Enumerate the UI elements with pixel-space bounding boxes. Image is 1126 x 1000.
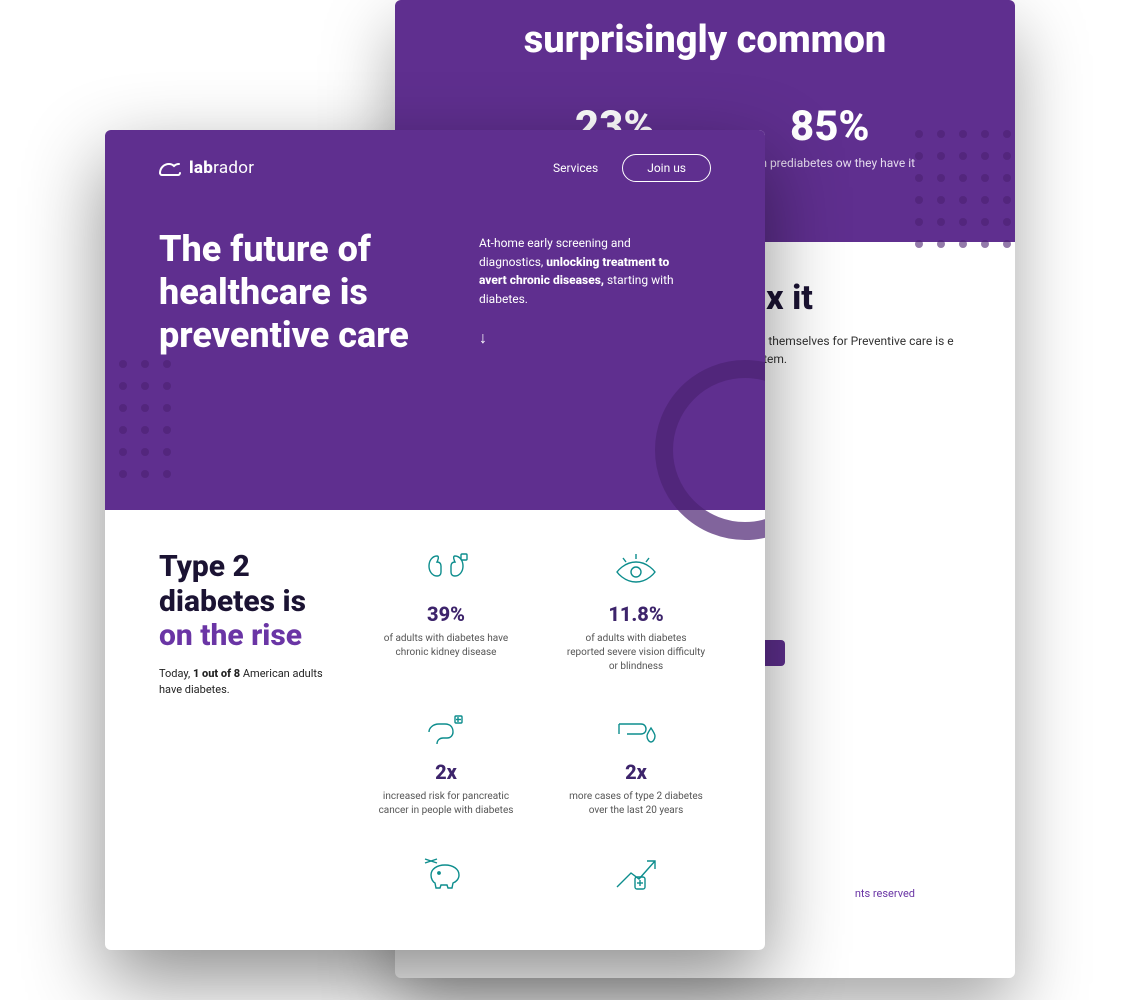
section2-heading-block: Type 2 diabetes is on the rise Today, 1 … [159,550,341,904]
stat-kidney-desc: of adults with diabetes have chronic kid… [376,632,516,660]
top-nav: labrador Services Join us [159,154,711,182]
back-stat-2-value: 85% [745,102,916,151]
front-hero: labrador Services Join us The future of … [105,130,765,510]
hero-copy-block: At-home early screening and diagnostics,… [479,228,689,358]
decorative-ring-icon [655,360,765,540]
brand-logo[interactable]: labrador [159,158,254,178]
front-body: Type 2 diabetes is on the rise Today, 1 … [105,510,765,944]
stat-cases: 2x more cases of type 2 diabetes over th… [561,708,711,818]
stat-cancer-value: 2x [371,760,521,784]
decorative-dots-left [105,360,193,500]
scroll-down-arrow-icon[interactable]: ↓ [479,328,689,348]
back-stat-2: 85% with prediabetes ow they have it [745,102,916,172]
stat-grid: 39% of adults with diabetes have chronic… [371,550,711,904]
growth-arrow-pill-icon [561,852,711,896]
brand-name: labrador [189,158,254,178]
stat-piggy-partial [371,852,521,904]
back-footer-text: nts reserved [855,887,915,900]
piggy-bank-icon [371,852,521,896]
nav-services-link[interactable]: Services [553,161,598,175]
back-stat-2-desc: with prediabetes ow they have it [745,155,916,172]
eye-icon [561,550,711,594]
back-hero-title: surprisingly common [425,18,985,62]
section2-subtext: Today, 1 out of 8 American adults have d… [159,666,341,699]
blood-drop-hand-icon [561,708,711,752]
hero-row: The future of healthcare is preventive c… [159,228,711,358]
section2-title: Type 2 diabetes is on the rise [159,550,341,654]
back-mid-copy: test themselves for Preventive care is e… [745,332,955,368]
join-us-button[interactable]: Join us [622,154,711,182]
stat-vision-value: 11.8% [561,602,711,626]
nav-right: Services Join us [553,154,711,182]
brand-mark-icon [159,160,181,176]
stat-cancer: 2x increased risk for pancreatic cancer … [371,708,521,818]
stat-arrow-partial [561,852,711,904]
pancreas-icon [371,708,521,752]
front-card: labrador Services Join us The future of … [105,130,765,950]
stat-kidney: 39% of adults with diabetes have chronic… [371,550,521,674]
stat-cases-desc: more cases of type 2 diabetes over the l… [566,790,706,818]
stat-kidney-value: 39% [371,602,521,626]
stat-vision-desc: of adults with diabetes reported severe … [566,632,706,674]
hero-copy: At-home early screening and diagnostics,… [479,234,689,308]
back-mid-title: fix it [745,278,975,318]
kidney-icon [371,550,521,594]
stat-cases-value: 2x [561,760,711,784]
hero-title: The future of healthcare is preventive c… [159,228,419,358]
stat-cancer-desc: increased risk for pancreatic cancer in … [376,790,516,818]
stat-vision: 11.8% of adults with diabetes reported s… [561,550,711,674]
